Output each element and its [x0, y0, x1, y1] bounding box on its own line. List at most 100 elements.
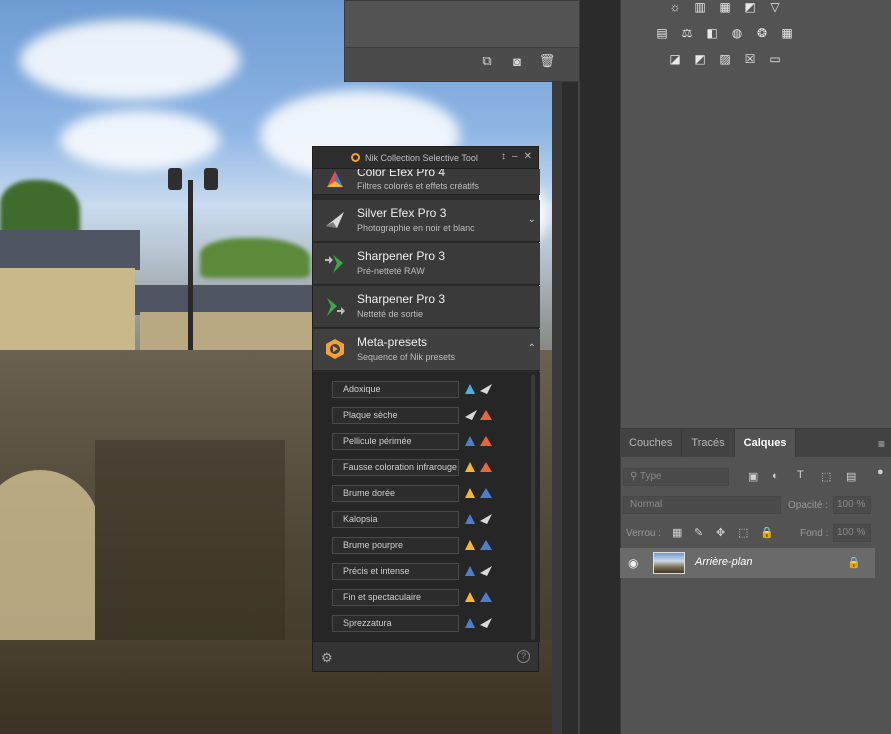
- sharpener-raw-logo-icon: [325, 255, 343, 273]
- layer-thumbnail: [653, 552, 685, 574]
- product-name: Color Efex Pro 4: [357, 169, 446, 179]
- fill-label: Fond :: [800, 528, 829, 539]
- nik-selective-tool-panel: Nik Collection Selective Tool ↕ – ✕ Colo…: [312, 146, 540, 672]
- preset-item[interactable]: Précis et intense: [332, 563, 459, 580]
- product-color-efex[interactable]: Color Efex Pro 4 Filtres colorés et effe…: [313, 169, 540, 195]
- lock-icon: 🔒: [847, 557, 861, 569]
- right-panel-dock: [620, 0, 891, 734]
- blend-mode-select[interactable]: Normal: [623, 496, 781, 514]
- preset-filters-icon: [465, 618, 492, 628]
- selective-color-icon[interactable]: ☒: [743, 52, 757, 66]
- preset-item[interactable]: Brume pourpre: [332, 537, 459, 554]
- tab-channels[interactable]: Couches: [620, 429, 683, 457]
- preset-list-scrollbar[interactable]: [531, 375, 535, 640]
- preset-item[interactable]: Plaque sèche: [332, 407, 459, 424]
- search-icon: ⚲: [630, 471, 640, 482]
- product-sharpener-output[interactable]: Sharpener Pro 3 Netteté de sortie: [313, 286, 540, 328]
- photo-filter-icon[interactable]: ◍: [730, 26, 744, 40]
- lamp-head: [204, 168, 218, 190]
- help-icon[interactable]: ?: [517, 650, 530, 663]
- house: [140, 312, 312, 352]
- preset-item[interactable]: Fin et spectaculaire: [332, 589, 459, 606]
- panel-menu-icon[interactable]: ≡: [878, 437, 885, 451]
- brightness-icon[interactable]: ☼: [668, 0, 682, 14]
- exposure-icon[interactable]: ◩: [743, 0, 757, 14]
- preset-item[interactable]: Brume dorée: [332, 485, 459, 502]
- trees: [200, 238, 310, 278]
- preset-item[interactable]: Fausse coloration infrarouge: [332, 459, 459, 476]
- preset-item[interactable]: Pellicule périmée: [332, 433, 459, 450]
- opacity-input[interactable]: 100 %: [833, 496, 871, 514]
- lock-artboard-icon[interactable]: ⬚: [738, 526, 748, 539]
- threshold-icon[interactable]: ▨: [718, 52, 732, 66]
- lock-position-icon[interactable]: ✥: [716, 526, 725, 539]
- product-meta-presets[interactable]: Meta-presets Sequence of Nik presets ⌃: [313, 329, 540, 371]
- filter-type-icon[interactable]: T: [797, 469, 804, 481]
- preset-filters-icon: [465, 384, 492, 394]
- filter-toggle-icon[interactable]: ●: [877, 466, 884, 478]
- preset-filters-icon: [465, 540, 492, 550]
- invert-icon[interactable]: ◪: [668, 52, 682, 66]
- nik-panel-footer: ⚙ ?: [313, 641, 538, 671]
- minimize-icon[interactable]: –: [512, 151, 518, 162]
- resize-icon[interactable]: ↕: [501, 151, 506, 162]
- close-icon[interactable]: ✕: [524, 151, 532, 162]
- filter-pixel-icon[interactable]: ▣: [748, 470, 758, 483]
- chevron-down-icon[interactable]: ⌄: [528, 214, 536, 225]
- house: [0, 268, 135, 358]
- layer-row[interactable]: ◉ Arrière-plan 🔒: [620, 548, 875, 578]
- cloud: [20, 20, 240, 100]
- sharpener-output-logo-icon: [327, 298, 345, 316]
- levels-icon[interactable]: ▥: [693, 0, 707, 14]
- preset-item[interactable]: Adoxique: [332, 381, 459, 398]
- eye-icon[interactable]: ◉: [628, 556, 638, 570]
- curves-icon[interactable]: ▦: [718, 0, 732, 14]
- new-document-from-state-icon[interactable]: ⧉: [479, 53, 495, 69]
- posterize-icon[interactable]: ◩: [693, 52, 707, 66]
- street-lamp: [188, 180, 193, 350]
- hue-saturation-icon[interactable]: ▤: [655, 26, 669, 40]
- lock-transparent-icon[interactable]: ▦: [672, 526, 682, 539]
- nik-panel-titlebar[interactable]: Nik Collection Selective Tool ↕ – ✕: [313, 147, 538, 169]
- filter-smart-object-icon[interactable]: ▤: [846, 470, 856, 483]
- product-silver-efex[interactable]: Silver Efex Pro 3 Photographie en noir e…: [313, 200, 540, 242]
- layer-name[interactable]: Arrière-plan: [695, 556, 752, 568]
- tab-paths[interactable]: Tracés: [682, 429, 735, 457]
- product-name: Sharpener Pro 3: [357, 292, 446, 306]
- product-subtitle: Filtres colorés et effets créatifs: [357, 181, 479, 191]
- preset-filters-icon: [465, 566, 492, 576]
- fill-input[interactable]: 100 %: [833, 524, 871, 542]
- chevron-up-icon[interactable]: ⌃: [528, 343, 536, 354]
- silver-efex-logo-icon: [326, 212, 344, 228]
- camera-icon[interactable]: ◙: [509, 53, 525, 69]
- roof: [0, 230, 140, 270]
- preset-item[interactable]: Kalopsia: [332, 511, 459, 528]
- preset-item[interactable]: Sprezzatura: [332, 615, 459, 632]
- color-lookup-icon[interactable]: ▦: [780, 26, 794, 40]
- product-subtitle: Sequence of Nik presets: [357, 352, 456, 362]
- product-sharpener-raw[interactable]: Sharpener Pro 3 Pré-netteté RAW: [313, 243, 540, 285]
- product-subtitle: Netteté de sortie: [357, 309, 424, 319]
- preset-filters-icon: [465, 592, 492, 602]
- filter-shape-icon[interactable]: ⬚: [821, 470, 831, 483]
- filter-adjustment-icon[interactable]: ◐: [772, 470, 779, 482]
- product-subtitle: Photographie en noir et blanc: [357, 223, 475, 233]
- vibrance-icon[interactable]: ▽: [768, 0, 782, 14]
- layer-filter-input[interactable]: ⚲ Type: [623, 468, 729, 486]
- black-white-icon[interactable]: ◧: [705, 26, 719, 40]
- opacity-label: Opacité :: [788, 500, 829, 511]
- product-name: Sharpener Pro 3: [357, 249, 446, 263]
- lock-image-icon[interactable]: ✎: [694, 526, 703, 539]
- lock-all-icon[interactable]: 🔒: [760, 526, 774, 539]
- gear-icon[interactable]: ⚙: [321, 650, 333, 666]
- meta-presets-logo-icon: [326, 339, 344, 359]
- lock-label: Verrou :: [626, 528, 662, 539]
- lamp-head: [168, 168, 182, 190]
- preset-filters-icon: [465, 462, 492, 472]
- trash-icon[interactable]: 🗑: [539, 53, 556, 69]
- tab-layers[interactable]: Calques: [734, 429, 797, 457]
- color-balance-icon[interactable]: ⚖: [680, 26, 694, 40]
- gradient-map-icon[interactable]: ▭: [768, 52, 782, 66]
- roof: [135, 285, 315, 315]
- channel-mixer-icon[interactable]: ❂: [755, 26, 769, 40]
